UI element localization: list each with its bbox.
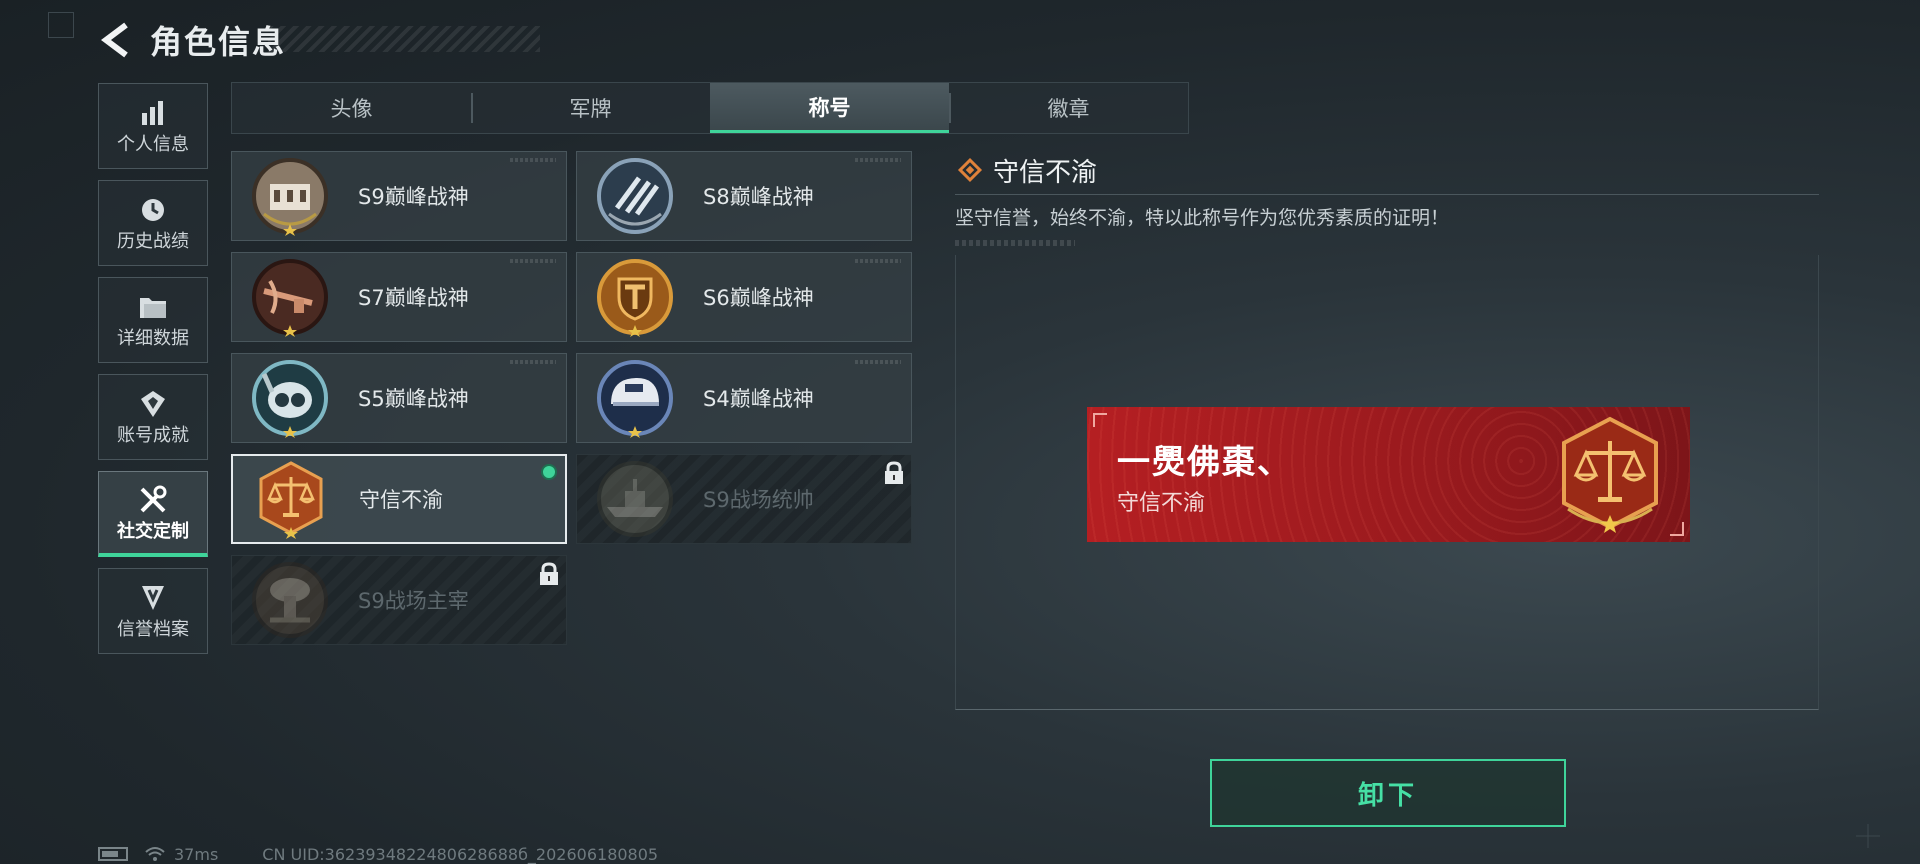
bar-chart-icon (139, 96, 167, 130)
title-card-s8-peak[interactable]: S8巅峰战神 (576, 151, 912, 241)
detail-decoration (955, 240, 1075, 246)
history-clock-icon (139, 193, 167, 227)
diver-mask-medal-icon (252, 360, 328, 438)
helmet-medal-icon (597, 360, 673, 438)
corner-bracket (1093, 413, 1107, 427)
sidebar-item-reputation[interactable]: 信誉档案 (98, 568, 208, 654)
divider (955, 194, 1819, 195)
sidebar-item-social-customize[interactable]: 社交定制 (98, 471, 208, 557)
title-name: S5巅峰战神 (358, 387, 469, 411)
tab-title[interactable]: 称号 (710, 83, 949, 133)
card-decoration (855, 360, 901, 364)
back-arrow-icon (101, 22, 128, 58)
title-card-s9-peak[interactable]: S9巅峰战神 (231, 151, 567, 241)
sidebar-item-label: 信誉档案 (117, 619, 189, 640)
title-card-s5-peak[interactable]: S5巅峰战神 (231, 353, 567, 443)
detail-title: 守信不渝 (993, 157, 1098, 188)
sidebar-item-label: 社交定制 (117, 520, 189, 542)
castle-medal-icon (252, 158, 328, 236)
card-decoration (855, 259, 901, 263)
scales-medal-icon (259, 461, 323, 539)
sidebar-item-personal-info[interactable]: 个人信息 (98, 83, 208, 169)
title-decoration (268, 26, 540, 52)
reputation-icon (139, 581, 167, 615)
title-card-s6-peak[interactable]: S6巅峰战神 (576, 252, 912, 342)
lock-icon (540, 562, 558, 585)
title-card-s4-peak[interactable]: S4巅峰战神 (576, 353, 912, 443)
unequip-button[interactable]: 卸下 (1210, 759, 1566, 827)
status-bar: 37ms CN UID:3623934822480628688б_2026061… (98, 844, 658, 864)
card-decoration (510, 360, 556, 364)
title-name: S9巅峰战神 (358, 185, 469, 209)
card-decoration (855, 158, 901, 162)
title-name: S4巅峰战神 (703, 387, 814, 411)
sidebar-item-history[interactable]: 历史战绩 (98, 180, 208, 266)
achievement-icon (139, 387, 167, 421)
corner-frame (48, 12, 74, 38)
crossbow-medal-icon (252, 259, 328, 337)
detail-title-row: 守信不渝 (955, 150, 1819, 190)
title-card-s7-peak[interactable]: S7巅峰战神 (231, 252, 567, 342)
sidebar-item-label: 账号成就 (117, 425, 189, 446)
tab-avatar[interactable]: 头像 (232, 83, 471, 133)
scales-emblem-icon (1562, 416, 1658, 533)
nameplate-title: 守信不渝 (1117, 491, 1206, 516)
uid-text: CN UID:3623934822480628688б_202606180805 (262, 844, 659, 864)
title-detail-panel: 守信不渝 坚守信誉，始终不渝，特以此称号作为您优秀素质的证明！ (955, 150, 1819, 246)
tools-icon (138, 483, 168, 517)
sidebar-item-label: 个人信息 (117, 134, 189, 155)
title-name: S6巅峰战神 (703, 286, 814, 310)
wifi-icon (145, 847, 165, 861)
title-name: 守信不渝 (359, 488, 443, 512)
title-name: S8巅峰战神 (703, 185, 814, 209)
stripes-medal-icon (597, 158, 673, 234)
lock-icon (885, 461, 903, 484)
nameplate-preview: 一爂佛棗、 守信不渝 (1087, 407, 1690, 542)
page-title: 角色信息 (150, 23, 287, 61)
corner-bracket (1670, 522, 1684, 536)
diamond-icon (957, 157, 983, 183)
battery-icon (98, 847, 128, 861)
title-card-s9-dominator[interactable]: S9战场主宰 (231, 555, 567, 645)
detail-description: 坚守信誉，始终不渝，特以此称号作为您优秀素质的证明！ (955, 207, 1450, 229)
player-name: 一爂佛棗、 (1117, 442, 1292, 481)
title-card-s9-commander[interactable]: S9战场统帅 (576, 454, 912, 544)
page-header: 角色信息 (98, 18, 540, 62)
tab-badge[interactable]: 徽章 (949, 83, 1188, 133)
warship-medal-icon (597, 461, 673, 537)
ping-value: 37ms (174, 844, 219, 864)
equipped-indicator (541, 464, 557, 480)
mushroom-cloud-medal-icon (252, 562, 328, 638)
title-name: S9战场主宰 (358, 589, 469, 613)
tab-dogtag[interactable]: 军牌 (471, 83, 710, 133)
title-name: S9战场统帅 (703, 488, 814, 512)
title-card-keep-faith[interactable]: 守信不渝 (231, 454, 567, 544)
crosshair-icon (1856, 824, 1880, 848)
sidebar-item-label: 详细数据 (117, 328, 189, 349)
shield-t-medal-icon (597, 259, 673, 337)
sidebar-item-achievements[interactable]: 账号成就 (98, 374, 208, 460)
side-navigation: 个人信息 历史战绩 详细数据 账号成就 社交定制 信誉档案 (98, 83, 208, 665)
back-button[interactable] (98, 20, 134, 60)
sidebar-item-label: 历史战绩 (117, 231, 189, 252)
title-name: S7巅峰战神 (358, 286, 469, 310)
sidebar-item-detailed-data[interactable]: 详细数据 (98, 277, 208, 363)
card-decoration (510, 158, 556, 162)
category-tabs: 头像 军牌 称号 徽章 (231, 82, 1189, 134)
folder-icon (138, 290, 168, 324)
card-decoration (510, 259, 556, 263)
